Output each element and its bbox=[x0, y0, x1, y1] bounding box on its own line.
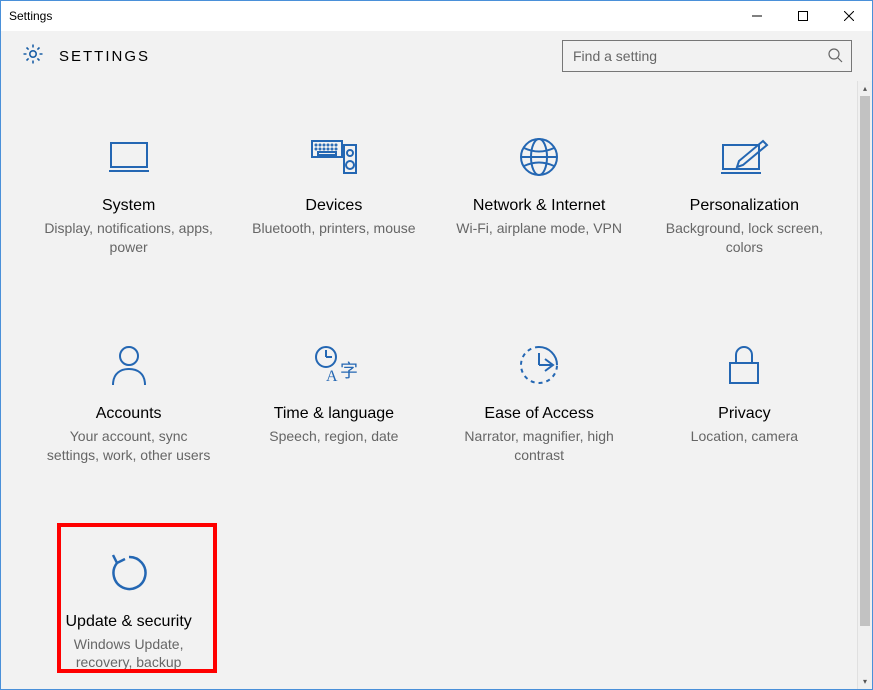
settings-header: SETTINGS bbox=[1, 31, 872, 81]
tile-privacy[interactable]: Privacy Location, camera bbox=[647, 329, 842, 477]
tile-title: Ease of Access bbox=[484, 405, 593, 423]
minimize-button[interactable] bbox=[734, 1, 780, 31]
time-language-icon: A 字 bbox=[310, 341, 358, 389]
tile-system[interactable]: System Display, notifications, apps, pow… bbox=[31, 121, 226, 269]
tile-time-language[interactable]: A 字 Time & language Speech, region, date bbox=[236, 329, 431, 477]
tile-desc: Windows Update, recovery, backup bbox=[44, 635, 214, 673]
tile-title: Time & language bbox=[274, 405, 394, 423]
svg-text:A: A bbox=[326, 368, 338, 385]
personalization-icon bbox=[719, 133, 769, 181]
tile-update-security[interactable]: Update & security Windows Update, recove… bbox=[31, 537, 226, 685]
tile-desc: Display, notifications, apps, power bbox=[44, 219, 214, 257]
tile-devices[interactable]: Devices Bluetooth, printers, mouse bbox=[236, 121, 431, 269]
tile-desc: Your account, sync settings, work, other… bbox=[44, 427, 214, 465]
maximize-button[interactable] bbox=[780, 1, 826, 31]
tile-network[interactable]: Network & Internet Wi-Fi, airplane mode,… bbox=[442, 121, 637, 269]
update-icon bbox=[107, 549, 151, 597]
globe-icon bbox=[517, 133, 561, 181]
header-left: SETTINGS bbox=[21, 42, 150, 71]
tile-title: System bbox=[102, 197, 155, 215]
search-icon bbox=[827, 47, 843, 66]
search-input[interactable] bbox=[571, 47, 821, 65]
tile-accounts[interactable]: Accounts Your account, sync settings, wo… bbox=[31, 329, 226, 477]
page-title: SETTINGS bbox=[59, 48, 150, 65]
window-title: Settings bbox=[9, 9, 52, 23]
scroll-down-arrow-icon[interactable]: ▾ bbox=[858, 674, 872, 689]
ease-of-access-icon bbox=[517, 341, 561, 389]
accounts-icon bbox=[109, 341, 149, 389]
system-icon bbox=[107, 133, 151, 181]
close-button[interactable] bbox=[826, 1, 872, 31]
window-titlebar: Settings bbox=[1, 1, 872, 31]
tile-title: Network & Internet bbox=[473, 197, 606, 215]
devices-icon bbox=[310, 133, 358, 181]
tile-desc: Narrator, magnifier, high contrast bbox=[454, 427, 624, 465]
tile-personalization[interactable]: Personalization Background, lock screen,… bbox=[647, 121, 842, 269]
scroll-thumb[interactable] bbox=[860, 96, 870, 626]
tile-desc: Speech, region, date bbox=[269, 427, 398, 446]
tile-desc: Wi-Fi, airplane mode, VPN bbox=[456, 219, 622, 238]
tile-title: Personalization bbox=[690, 197, 799, 215]
vertical-scrollbar[interactable]: ▴ ▾ bbox=[857, 81, 872, 689]
svg-text:字: 字 bbox=[340, 361, 358, 381]
tile-title: Update & security bbox=[65, 613, 191, 631]
tile-desc: Background, lock screen, colors bbox=[659, 219, 829, 257]
tile-title: Accounts bbox=[96, 405, 162, 423]
scroll-up-arrow-icon[interactable]: ▴ bbox=[858, 81, 872, 96]
search-box[interactable] bbox=[562, 40, 852, 72]
tile-desc: Location, camera bbox=[691, 427, 798, 446]
tile-desc: Bluetooth, printers, mouse bbox=[252, 219, 415, 238]
content-area: System Display, notifications, apps, pow… bbox=[1, 81, 872, 689]
settings-grid: System Display, notifications, apps, pow… bbox=[31, 121, 842, 684]
tile-title: Devices bbox=[305, 197, 362, 215]
window-controls bbox=[734, 1, 872, 31]
tile-title: Privacy bbox=[718, 405, 770, 423]
tile-ease-of-access[interactable]: Ease of Access Narrator, magnifier, high… bbox=[442, 329, 637, 477]
gear-icon bbox=[21, 42, 45, 71]
lock-icon bbox=[726, 341, 762, 389]
